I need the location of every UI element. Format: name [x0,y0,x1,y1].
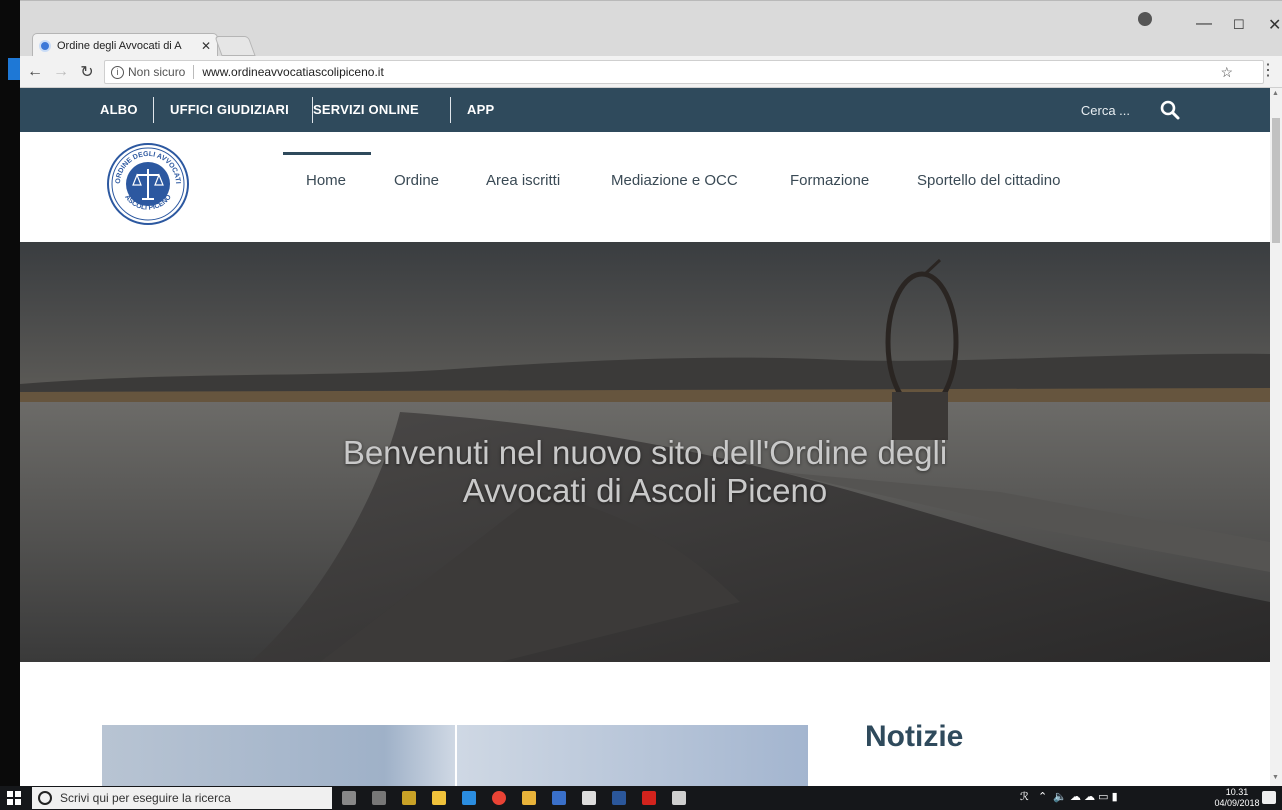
address-bar[interactable]: i Non sicuro www.ordineavvocatiascolipic… [104,60,1264,84]
clock-date: 04/09/2018 [1214,798,1260,808]
clock-time: 10.31 [1225,787,1249,797]
insecure-label: Non sicuro [128,65,186,79]
browser-tab[interactable]: Ordine degli Avvocati di A ✕ [32,33,218,57]
nav-item-area-iscritti[interactable]: Area iscritti [486,172,560,189]
site-info-icon[interactable]: i [111,65,124,79]
windows-taskbar: Scrivi qui per eseguire la ricerca ℛ ⌃ 🔈… [0,786,1282,810]
topbar-link-albo[interactable]: ALBO [100,88,138,132]
nav-item-sportello-cittadino[interactable]: Sportello del cittadino [917,172,1060,189]
scrollbar-thumb[interactable] [1272,118,1280,243]
news-featured-image[interactable] [102,725,808,786]
reload-button[interactable]: ↻ [76,62,98,82]
site-favicon-icon [39,39,51,52]
nav-active-indicator [283,152,371,155]
tab-strip: Ordine degli Avvocati di A ✕ — ☐ ✕ [20,0,1282,57]
image-gap [455,725,457,786]
browser-toolbar: ← → ↻ i Non sicuro www.ordineavvocatiasc… [20,56,1282,134]
store-icon[interactable] [432,791,446,805]
system-tray-icons[interactable]: ℛ ⌃ 🔈 ☁ ☁ ▭ ▮ [1020,790,1118,803]
mail-app-icon[interactable] [552,791,566,805]
windows-start-icon[interactable] [6,790,22,806]
nav-item-formazione[interactable]: Formazione [790,172,869,189]
browser-menu-icon[interactable]: ⋮ [1260,60,1276,80]
forward-button[interactable]: → [50,63,72,81]
nav-item-mediazione-occ[interactable]: Mediazione e OCC [611,172,738,189]
hero-title: Benvenuti nel nuovo sito dell'Ordine deg… [20,434,1270,510]
address-separator [193,65,195,79]
hero-title-line-1: Benvenuti nel nuovo sito dell'Ordine deg… [342,434,948,471]
hero-banner: Benvenuti nel nuovo sito dell'Ordine deg… [20,242,1270,662]
topbar-divider [153,97,154,123]
taskbar-search-box[interactable]: Scrivi qui per eseguire la ricerca [32,787,332,809]
screen: Ordine degli Avvocati di A ✕ — ☐ ✕ ← → ↻… [0,0,1282,810]
taskbar-search-placeholder: Scrivi qui per eseguire la ricerca [60,791,231,805]
task-view-icon[interactable] [372,791,386,805]
nav-item-ordine[interactable]: Ordine [394,172,439,189]
site-topbar: ALBO UFFICI GIUDIZIARI SERVIZI ONLINE AP… [20,88,1270,132]
bookmark-star-icon[interactable]: ☆ [1220,64,1233,81]
ordine-logo[interactable]: ORDINE DEGLI AVVOCATI ASCOLI PICENO [106,142,190,226]
cortana-icon [38,791,52,805]
new-tab-button[interactable] [214,36,256,56]
word-icon[interactable] [612,791,626,805]
close-window-button[interactable]: ✕ [1268,15,1281,35]
web-page: ALBO UFFICI GIUDIZIARI SERVIZI ONLINE AP… [20,88,1270,786]
address-url: www.ordineavvocatiascolipiceno.it [202,65,384,79]
acrobat-icon[interactable] [642,791,656,805]
taskbar-clock[interactable]: 10.31 04/09/2018 [1212,787,1262,809]
topbar-link-uffici-giudiziari[interactable]: UFFICI GIUDIZIARI [170,88,289,132]
file-explorer-icon[interactable] [522,791,536,805]
topbar-link-servizi-online[interactable]: SERVIZI ONLINE [313,88,419,132]
mail-envelope-icon[interactable] [582,791,596,805]
main-navigation: ORDINE DEGLI AVVOCATI ASCOLI PICENO Home… [20,132,1270,242]
news-heading: Notizie [865,720,964,753]
nav-item-home[interactable]: Home [306,172,346,189]
topbar-divider [450,97,451,123]
page-scrollbar[interactable]: ▲ ▼ [1270,88,1282,786]
edge-browser-icon[interactable] [462,791,476,805]
site-search-input[interactable] [1000,98,1130,122]
desktop-accent [8,58,20,80]
minimize-button[interactable]: — [1196,15,1212,33]
maximize-button[interactable]: ☐ [1233,17,1245,33]
back-button[interactable]: ← [24,63,46,81]
notification-center-icon[interactable] [1262,791,1276,804]
tab-title: Ordine degli Avvocati di A [57,39,182,52]
photos-icon[interactable] [672,791,686,805]
hero-title-line-2: Avvocati di Ascoli Piceno [462,472,828,509]
app-icon[interactable] [402,791,416,805]
scroll-down-icon[interactable]: ▼ [1272,774,1279,781]
topbar-link-app[interactable]: APP [467,88,494,132]
tab-close-icon[interactable]: ✕ [201,39,211,53]
browser-chrome: Ordine degli Avvocati di A ✕ — ☐ ✕ ← → ↻… [20,0,1282,134]
profile-icon[interactable] [1138,12,1152,26]
desktop-edge [0,0,20,786]
scroll-up-icon[interactable]: ▲ [1272,90,1279,97]
search-icon[interactable] [1158,98,1182,122]
chrome-browser-icon[interactable] [492,791,506,805]
microphone-icon[interactable] [342,791,356,805]
